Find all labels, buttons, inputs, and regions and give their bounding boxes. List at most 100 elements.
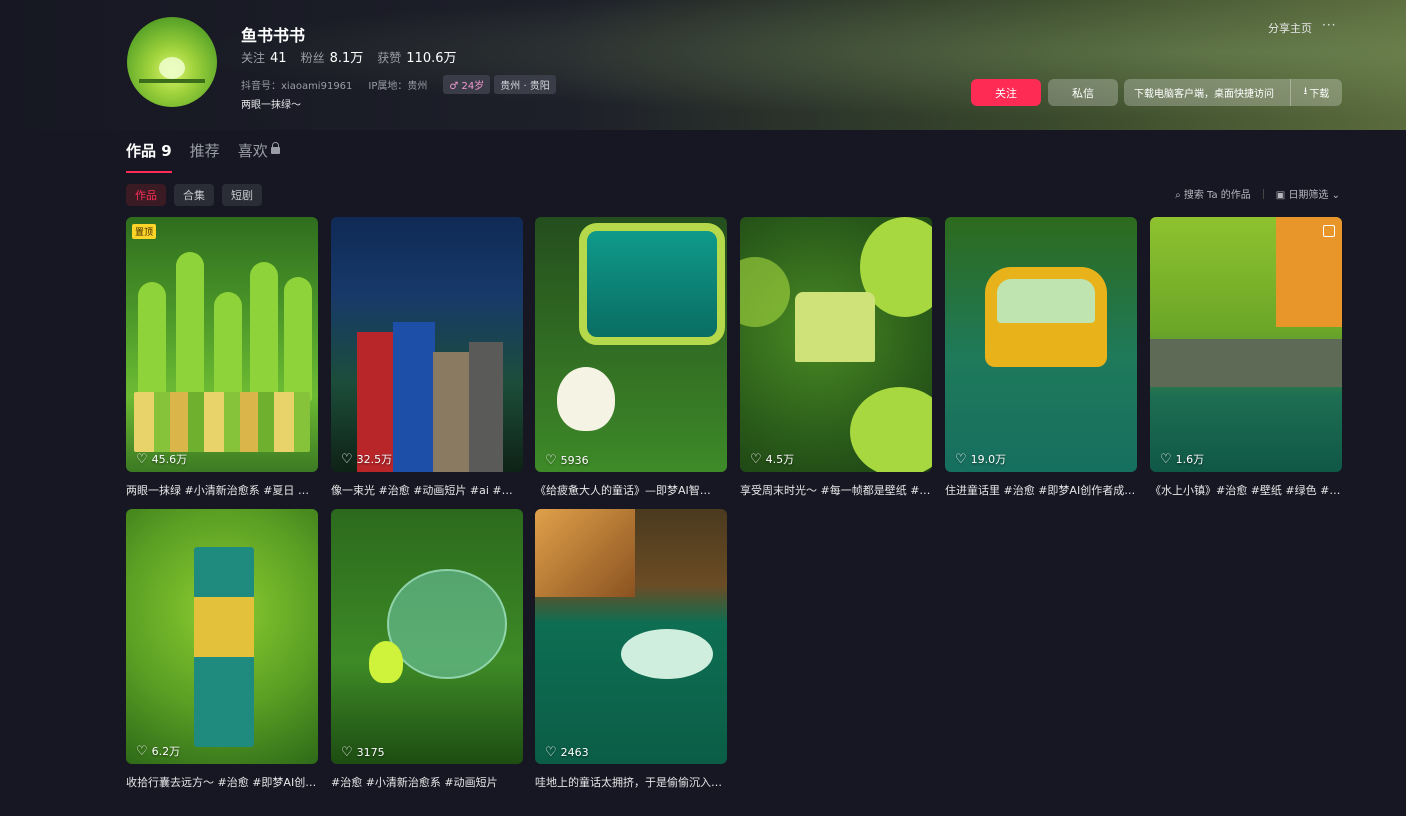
profile-meta: 抖音号：xiaoami91961 IP属地：贵州 ♂ 24岁 贵州 · 贵阳: [241, 75, 556, 94]
heart-icon: ♡: [136, 743, 148, 759]
tower-art: [194, 547, 254, 747]
profile-stats: 关注 41 粉丝 8.1万 获赞 110.6万: [241, 47, 457, 66]
video-card[interactable]: ♡ 5936 《给疲惫大人的童话》—即梦AI智…: [535, 217, 727, 498]
window-art: [579, 223, 725, 345]
stat-following[interactable]: 关注 41: [241, 49, 287, 66]
date-filter[interactable]: ▣ 日期筛选 ⌄: [1276, 186, 1340, 201]
heart-icon: ♡: [136, 451, 148, 467]
video-thumbnail[interactable]: ♡ 4.5万: [740, 217, 932, 472]
like-count: ♡ 4.5万: [750, 451, 795, 467]
stat-likes: 获赞 110.6万: [377, 51, 457, 66]
tab-recommend[interactable]: 推荐: [190, 140, 220, 173]
tab-likes[interactable]: 喜欢: [238, 140, 280, 173]
share-profile-link[interactable]: 分享主页: [1268, 20, 1312, 36]
building-art: [433, 352, 471, 472]
download-button[interactable]: ⭳ 下载: [1290, 79, 1342, 106]
windshield-art: [997, 279, 1095, 323]
tree-art: [214, 292, 242, 402]
video-caption[interactable]: 住进童话里 #治愈 #即梦AI创作者成…: [945, 482, 1137, 498]
multi-image-icon: [1323, 225, 1335, 237]
like-count: ♡ 19.0万: [955, 451, 1007, 467]
search-works[interactable]: ⌕ 搜索 Ta 的作品: [1175, 186, 1251, 201]
room-art: [535, 509, 635, 597]
heart-icon: ♡: [955, 451, 967, 467]
profile-tabs: 作品 9 推荐 喜欢: [126, 140, 280, 173]
house-art: [795, 292, 875, 362]
video-card[interactable]: ♡ 19.0万 住进童话里 #治愈 #即梦AI创作者成…: [945, 217, 1137, 498]
heart-icon: ♡: [545, 745, 557, 760]
profile-name: 鱼书书书: [241, 26, 306, 45]
tree-art: [284, 277, 312, 402]
video-caption[interactable]: 享受周末时光～ #每一帧都是壁纸 #…: [740, 482, 932, 498]
sub-tabs: 作品 合集 短剧: [126, 184, 262, 206]
tab-works[interactable]: 作品 9: [126, 140, 172, 173]
shelf-art: [139, 79, 205, 83]
fishbowl-art: [159, 57, 185, 79]
like-count: ♡ 45.6万: [136, 451, 188, 467]
douyin-id: 抖音号：xiaoami91961: [241, 81, 353, 92]
jar-art: [387, 569, 507, 679]
location-tag: 贵州 · 贵阳: [494, 75, 556, 94]
video-thumbnail[interactable]: ♡ 1.6万: [1150, 217, 1342, 472]
like-count: ♡ 1.6万: [1160, 451, 1205, 467]
subtab-works[interactable]: 作品: [126, 184, 166, 206]
video-card[interactable]: ♡ 1.6万 《水上小镇》#治愈 #壁纸 #绿色 #慢…: [1150, 217, 1342, 498]
tree-art: [138, 282, 166, 402]
like-count: ♡ 3175: [341, 745, 385, 760]
video-card[interactable]: ♡ 2463 哇地上的童话太拥挤，于是偷偷沉入…: [535, 509, 727, 790]
more-options-icon[interactable]: ···: [1322, 18, 1336, 32]
like-count: ♡ 6.2万: [136, 743, 181, 759]
download-prompt: 下载电脑客户端，桌面快捷访问: [1134, 89, 1274, 100]
video-thumbnail[interactable]: ♡ 6.2万: [126, 509, 318, 764]
video-caption[interactable]: 收拾行囊去远方～ #治愈 #即梦AI创…: [126, 774, 318, 790]
like-count: ♡ 5936: [545, 453, 589, 468]
video-caption[interactable]: 两眼一抹绿 #小清新治愈系 #夏日 #…: [126, 482, 318, 498]
profile-bio: 两眼一抹绿～: [241, 100, 301, 111]
video-thumbnail[interactable]: ♡ 19.0万: [945, 217, 1137, 472]
subtab-collections[interactable]: 合集: [174, 184, 214, 206]
lock-icon: [270, 142, 280, 154]
tree-art: [250, 262, 278, 402]
download-icon: ⭳: [1303, 86, 1308, 97]
heart-icon: ♡: [341, 451, 353, 467]
video-thumbnail[interactable]: ♡ 32.5万: [331, 217, 523, 472]
heart-icon: ♡: [341, 745, 353, 760]
video-caption[interactable]: #治愈 #小清新治愈系 #动画短片: [331, 774, 523, 790]
video-caption[interactable]: 《给疲惫大人的童话》—即梦AI智…: [535, 482, 727, 498]
chevron-down-icon: ⌄: [1328, 190, 1340, 201]
video-card[interactable]: ♡ 4.5万 享受周末时光～ #每一帧都是壁纸 #…: [740, 217, 932, 498]
like-count: ♡ 32.5万: [341, 451, 393, 467]
bush-art: [850, 387, 932, 472]
building-art: [469, 342, 503, 472]
divider: [1262, 188, 1264, 199]
video-caption[interactable]: 像一束光 #治愈 #动画短片 #ai #自然: [331, 482, 523, 498]
heart-icon: ♡: [750, 451, 762, 467]
whale-art: [621, 629, 713, 679]
avatar[interactable]: [127, 17, 217, 107]
video-card[interactable]: ♡ 3175 #治愈 #小清新治愈系 #动画短片: [331, 509, 523, 790]
video-card[interactable]: 置顶 ♡ 45.6万 两眼一抹绿 #小清新治愈系 #夏日 #…: [126, 217, 318, 498]
like-count: ♡ 2463: [545, 745, 589, 760]
video-card[interactable]: ♡ 32.5万 像一束光 #治愈 #动画短片 #ai #自然: [331, 217, 523, 498]
heart-icon: ♡: [1160, 451, 1172, 467]
ip-location: IP属地：贵州: [368, 81, 428, 92]
video-thumbnail[interactable]: ♡ 2463: [535, 509, 727, 764]
video-caption[interactable]: 哇地上的童话太拥挤，于是偷偷沉入…: [535, 774, 727, 790]
tree-art: [176, 252, 204, 402]
message-button[interactable]: 私信: [1048, 79, 1118, 106]
video-thumbnail[interactable]: ♡ 3175: [331, 509, 523, 764]
works-tools: ⌕ 搜索 Ta 的作品 ▣ 日期筛选 ⌄: [1175, 186, 1340, 201]
building-art: [393, 322, 435, 472]
video-thumbnail[interactable]: ♡ 5936: [535, 217, 727, 472]
houses-art: [134, 392, 310, 452]
video-card[interactable]: ♡ 6.2万 收拾行囊去远方～ #治愈 #即梦AI创…: [126, 509, 318, 790]
video-caption[interactable]: 《水上小镇》#治愈 #壁纸 #绿色 #慢…: [1150, 482, 1342, 498]
creature-art: [369, 641, 403, 683]
creature-art: [557, 367, 615, 431]
download-client-banner: 下载电脑客户端，桌面快捷访问 ⭳ 下载: [1124, 79, 1342, 106]
subtab-short-dramas[interactable]: 短剧: [222, 184, 262, 206]
stat-followers[interactable]: 粉丝 8.1万: [301, 47, 364, 66]
video-thumbnail[interactable]: 置顶 ♡ 45.6万: [126, 217, 318, 472]
follow-button[interactable]: 关注: [971, 79, 1041, 106]
heart-icon: ♡: [545, 453, 557, 468]
